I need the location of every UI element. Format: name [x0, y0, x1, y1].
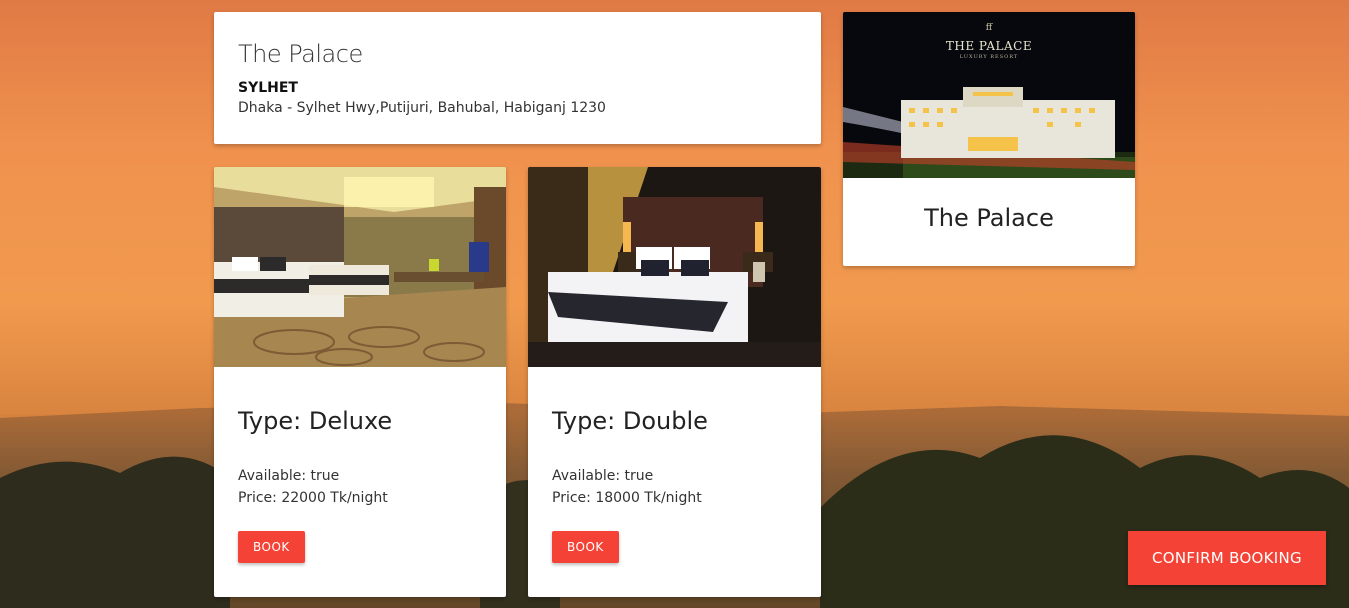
- hotel-summary-card[interactable]: ff THE PALACE LUXURY RESORT The Palace: [843, 12, 1135, 266]
- hotel-logo-text: THE PALACE: [945, 39, 1033, 53]
- room-availability: Available: true: [552, 468, 654, 484]
- hotel-address: Dhaka - Sylhet Hwy,Putijuri, Bahubal, Ha…: [238, 100, 606, 116]
- room-price: Price: 22000 Tk/night: [238, 490, 388, 506]
- room-card-deluxe: Type: Deluxe Available: true Price: 2200…: [214, 167, 506, 597]
- book-button-deluxe[interactable]: BOOK: [238, 531, 305, 563]
- room-availability: Available: true: [238, 468, 340, 484]
- room-photo-double: [528, 167, 821, 367]
- room-type: Type: Deluxe: [238, 407, 393, 435]
- hotel-name: The Palace: [238, 40, 363, 68]
- hotel-photo: ff THE PALACE LUXURY RESORT: [843, 12, 1135, 178]
- room-card-double: Type: Double Available: true Price: 1800…: [528, 167, 821, 597]
- hotel-city: SYLHET: [238, 80, 298, 96]
- room-type: Type: Double: [552, 407, 708, 435]
- hotel-card-title: The Palace: [924, 204, 1054, 232]
- hotel-logo-subtext: LUXURY RESORT: [959, 54, 1019, 60]
- book-button-double[interactable]: BOOK: [552, 531, 619, 563]
- svg-text:ff: ff: [986, 23, 993, 33]
- hotel-info-card: The Palace SYLHET Dhaka - Sylhet Hwy,Put…: [214, 12, 821, 144]
- room-price: Price: 18000 Tk/night: [552, 490, 702, 506]
- confirm-booking-button[interactable]: CONFIRM BOOKING: [1128, 531, 1326, 585]
- room-photo-deluxe: [214, 167, 506, 367]
